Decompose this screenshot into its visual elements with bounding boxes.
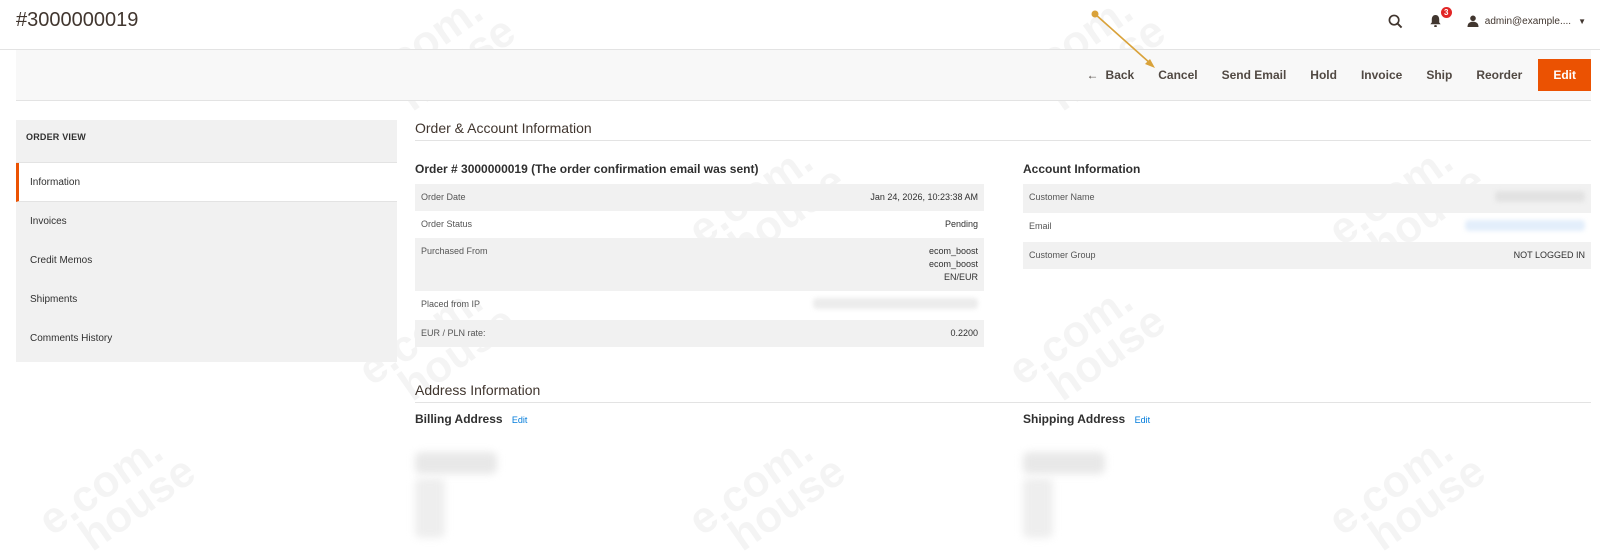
page-title: #3000000019 (16, 9, 139, 31)
order-information-block: Order # 3000000019 (The order confirmati… (415, 162, 984, 347)
user-account-menu[interactable]: admin@example.... ▼ (1467, 15, 1586, 27)
row-label: Order Status (421, 219, 473, 229)
row-label: Customer Name (1023, 184, 1235, 213)
purchased-from-website: ecom_boost (928, 246, 978, 256)
main-content: Order & Account Information Order # 3000… (415, 120, 1591, 426)
table-row: Order Date Jan 24, 2026, 10:23:38 AM (415, 184, 984, 211)
table-row: Order Status Pending (415, 211, 984, 238)
row-label: Order Date (415, 184, 590, 211)
redacted-billing-address (415, 478, 445, 538)
address-section-title: Address Information (415, 382, 1591, 403)
reorder-button[interactable]: Reorder (1464, 59, 1534, 91)
billing-address-title: Billing Address Edit (415, 412, 984, 426)
row-label: Placed from IP (421, 299, 481, 309)
row-label: Purchased From (415, 238, 590, 291)
row-value (1235, 213, 1591, 242)
watermark: e.com. house (29, 422, 204, 560)
shipping-address-edit-link[interactable]: Edit (1135, 415, 1151, 425)
cancel-button[interactable]: Cancel (1146, 59, 1209, 91)
table-row: Purchased From ecom_boost ecom_boost EN/… (415, 238, 984, 291)
search-icon[interactable] (1385, 10, 1407, 32)
user-icon (1467, 15, 1479, 27)
billing-address-edit-link[interactable]: Edit (512, 415, 528, 425)
order-info-table: Order Date Jan 24, 2026, 10:23:38 AM Ord… (415, 184, 984, 347)
billing-address-block: Billing Address Edit (415, 412, 984, 434)
page-actions-toolbar: ← Back Cancel Send Email Hold Invoice Sh… (16, 50, 1591, 101)
chevron-down-icon: ▼ (1578, 16, 1586, 26)
shipping-address-block: Shipping Address Edit (1023, 412, 1592, 434)
redacted-shipping-address (1023, 452, 1105, 474)
account-block-title: Account Information (1023, 162, 1141, 176)
order-view-sidebar: ORDER VIEW Information Invoices Credit M… (16, 120, 397, 362)
ship-button[interactable]: Ship (1414, 59, 1464, 91)
table-row: Placed from IP (415, 291, 984, 320)
purchased-from-store-view: EN/EUR (943, 272, 978, 282)
sidebar-item-credit-memos[interactable]: Credit Memos (16, 241, 397, 280)
arrow-left-icon: ← (1086, 68, 1099, 82)
watermark: e.com. house (1319, 422, 1494, 560)
order-block-title: Order # 3000000019 (The order confirmati… (415, 162, 759, 176)
redacted-customer-name (1495, 191, 1585, 202)
invoice-button[interactable]: Invoice (1349, 59, 1414, 91)
order-view-page: e.com. house e.com. house e.com. house e… (0, 0, 1600, 560)
row-value: NOT LOGGED IN (1234, 242, 1591, 269)
notifications-bell-icon[interactable]: 3 (1425, 7, 1452, 32)
redacted-billing-address (415, 452, 497, 474)
row-value: 0.2200 (589, 320, 984, 347)
order-account-section-title: Order & Account Information (415, 120, 1591, 141)
sidebar-item-information[interactable]: Information (16, 163, 397, 202)
back-button-label: Back (1105, 68, 1135, 82)
purchased-from-store: ecom_boost (928, 259, 978, 269)
header-actions: 3 admin@example.... ▼ (1367, 7, 1586, 33)
row-label: Customer Group (1023, 242, 1235, 269)
edit-button[interactable]: Edit (1538, 59, 1591, 91)
row-value (1234, 184, 1591, 213)
watermark: e.com. house (679, 422, 854, 560)
sidebar-title: ORDER VIEW (16, 120, 397, 163)
row-value: Jan 24, 2026, 10:23:38 AM (589, 184, 984, 211)
table-row: Customer Group NOT LOGGED IN (1023, 242, 1591, 269)
page-header: #3000000019 3 admin@example.... ▼ (0, 0, 1600, 50)
row-value: Pending (944, 219, 978, 229)
table-row: Customer Name (1023, 184, 1591, 213)
sidebar-item-comments-history[interactable]: Comments History (16, 319, 397, 358)
row-label: EUR / PLN rate: (415, 320, 590, 347)
account-info-table: Customer Name Email Customer Group NOT L… (1023, 184, 1591, 269)
table-row: Email (1023, 213, 1591, 242)
row-label: Email (1029, 221, 1052, 231)
send-email-button[interactable]: Send Email (1210, 59, 1299, 91)
billing-address-heading: Billing Address (415, 412, 503, 426)
row-value (590, 291, 984, 320)
address-section: Address Information Billing Address Edit… (415, 382, 1591, 426)
row-value: ecom_boost ecom_boost EN/EUR (589, 238, 984, 291)
shipping-address-heading: Shipping Address (1023, 412, 1126, 426)
back-button[interactable]: ← Back (1075, 59, 1147, 91)
redacted-shipping-address (1023, 478, 1053, 538)
sidebar-item-shipments[interactable]: Shipments (16, 280, 397, 319)
account-information-block: Account Information Customer Name Email … (1023, 162, 1591, 269)
table-row: EUR / PLN rate: 0.2200 (415, 320, 984, 347)
sidebar-item-invoices[interactable]: Invoices (16, 202, 397, 241)
hold-button[interactable]: Hold (1298, 59, 1349, 91)
shipping-address-title: Shipping Address Edit (1023, 412, 1592, 426)
user-name: admin@example.... (1484, 15, 1572, 27)
notification-count-badge: 3 (1440, 7, 1452, 18)
redacted-email (1465, 220, 1585, 231)
redacted-ip (813, 298, 978, 309)
